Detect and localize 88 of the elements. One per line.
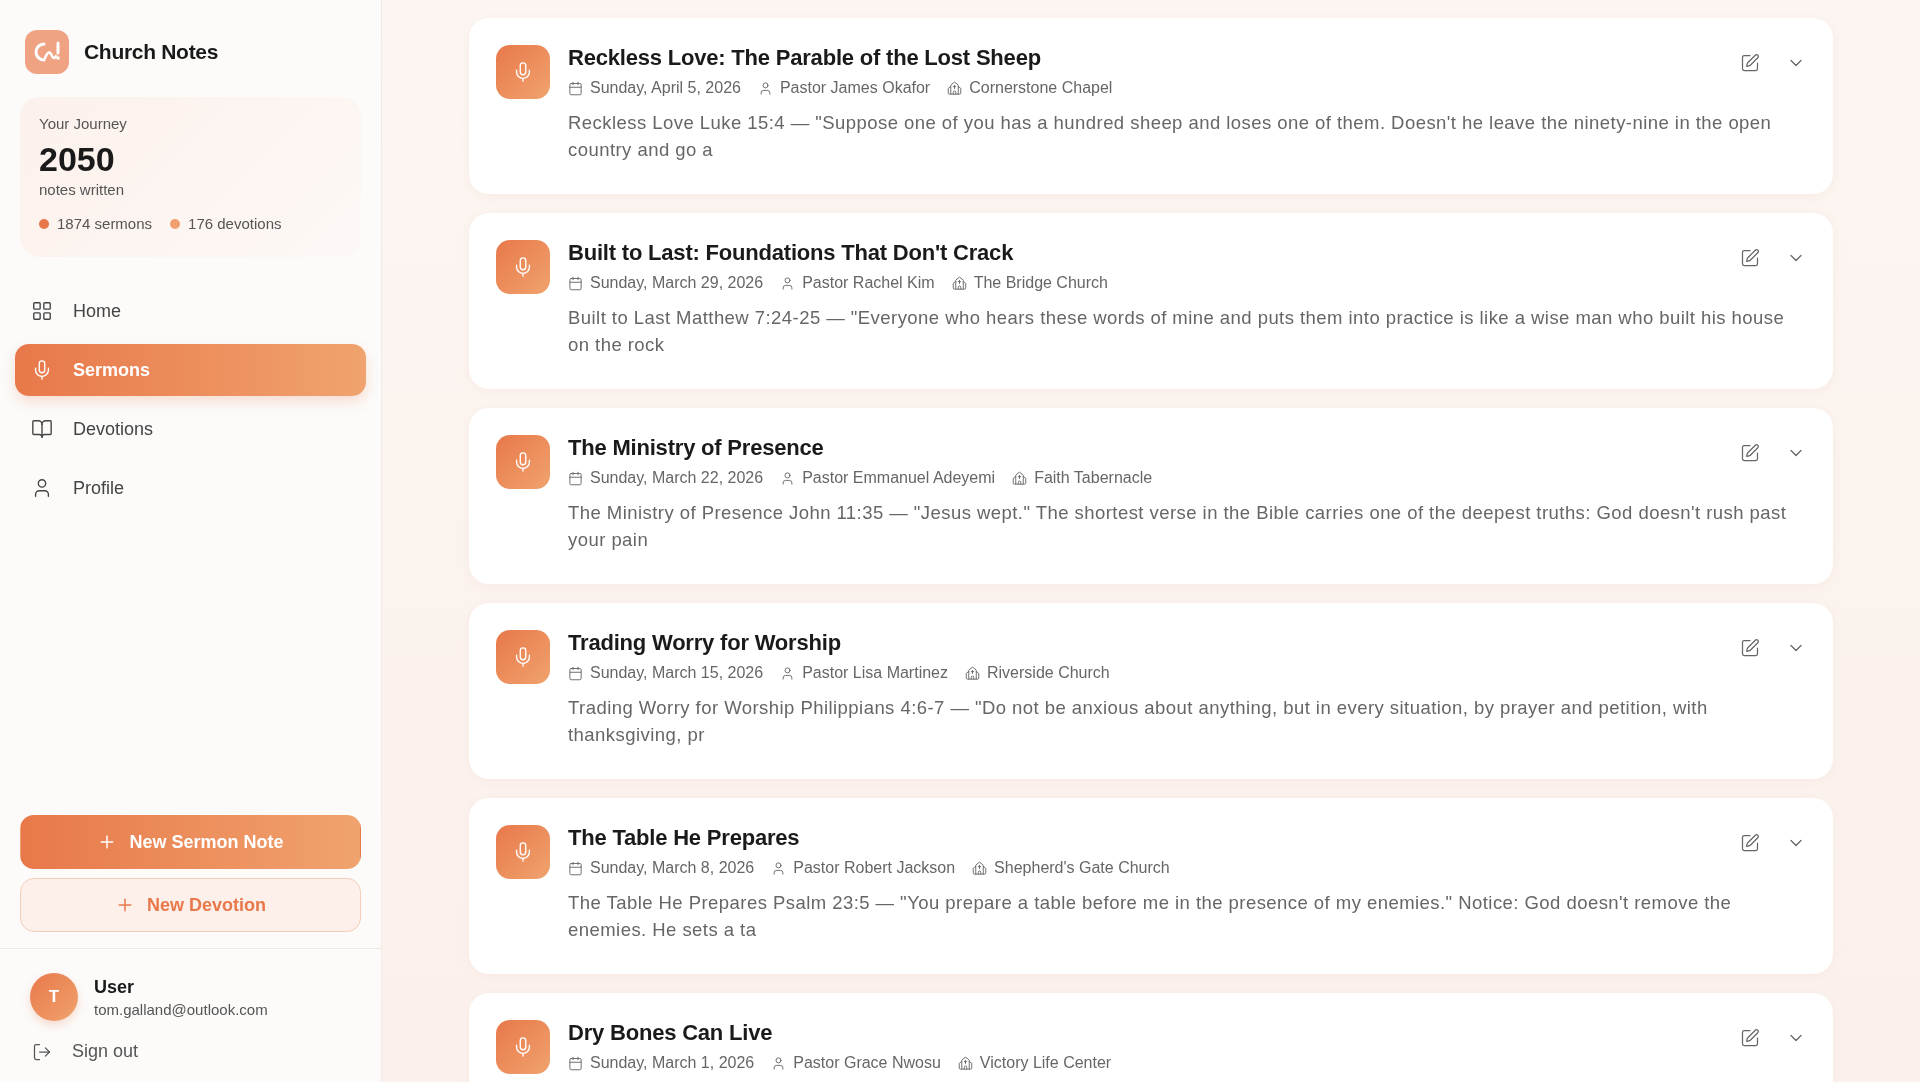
pen-icon [1740, 1028, 1760, 1048]
nav-item[interactable]: Profile [15, 462, 366, 514]
pastor-name: Pastor Emmanuel Adeyemi [780, 469, 996, 487]
calendar-icon [568, 80, 583, 96]
sermon-card[interactable] [469, 798, 1833, 974]
church-name: The Bridge Church [951, 274, 1108, 292]
edit-button[interactable] [1740, 443, 1760, 463]
sermon-excerpt: Reckless Love Luke 15:4 — "Suppose one of you has a hundred sheep and loses one of them. Doesn't he leave the ninety-nine in the open country and go a [568, 111, 1773, 162]
pastor-name: Pastor Rachel Kim [780, 274, 935, 292]
sermon-card[interactable] [469, 18, 1833, 194]
church-icon [1012, 470, 1028, 486]
church-icon [965, 665, 980, 681]
grid-icon [31, 300, 53, 322]
person-icon [780, 665, 796, 681]
person-icon [780, 275, 796, 291]
church-name: Victory Life Center [957, 1054, 1112, 1072]
sermon-date: Sunday, April 5, 2026 [568, 79, 741, 97]
sermon-title: Trading Worry for Worship [568, 630, 842, 656]
calendar-icon [568, 1055, 583, 1071]
church-icon [947, 80, 963, 96]
calendar-icon [568, 275, 583, 291]
sermon-card[interactable] [469, 408, 1833, 584]
edit-button[interactable] [1740, 53, 1760, 73]
pen-icon [1740, 248, 1760, 268]
microphone-icon [496, 825, 550, 879]
sermon-title: The Ministry of Presence [568, 435, 825, 461]
calendar-icon [568, 860, 583, 876]
app-name: Church Notes [84, 40, 219, 64]
calendar-icon [568, 470, 583, 486]
person-icon [771, 860, 787, 876]
sermon-card[interactable]: Dry Bones Can Live Sunday, March 1, 2026 Pastor Grace Nwosu Victory Life Center [469, 993, 1833, 1082]
church-icon [951, 275, 967, 291]
church-icon [957, 1055, 973, 1071]
church-name: Cornerstone Chapel [947, 79, 1113, 97]
church-name: Faith Tabernacle [1012, 469, 1153, 487]
user-name: User [94, 976, 136, 998]
pastor-name: Pastor Lisa Martinez [780, 664, 948, 682]
pen-icon [1740, 833, 1760, 853]
sermon-excerpt: The Table He Prepares Psalm 23:5 — "You prepare a table before me in the presence of my enemies." Notice: God doesn't remove the enemies. He sets a ta [568, 891, 1733, 942]
church-icon [972, 860, 988, 876]
pen-icon [1740, 638, 1760, 658]
sermon-title: Built to Last: Foundations That Don't Crack [568, 240, 1015, 266]
nav-item[interactable]: Home [15, 285, 366, 337]
sermon-card[interactable] [469, 213, 1833, 389]
user-avatar: T [30, 973, 78, 1021]
stat-text: 176 devotions [188, 215, 282, 232]
calendar-icon [568, 665, 583, 681]
person-icon [757, 80, 773, 96]
sermon-date: Sunday, March 15, 2026 [568, 664, 764, 682]
sign-out-link[interactable]: Sign out [30, 1041, 351, 1062]
sermon-title: Reckless Love: The Parable of the Lost Sheep [568, 45, 1042, 71]
pen-icon [1740, 443, 1760, 463]
sermon-excerpt: Trading Worry for Worship Philippians 4:6-7 — "Do not be anxious about anything, but in every situation, by prayer and petition, with thanksgiving, pr [568, 696, 1709, 747]
microphone-icon [496, 45, 550, 99]
church-name: Shepherd's Gate Church [972, 859, 1170, 877]
sermon-title: The Table He Prepares [568, 825, 801, 851]
sermon-excerpt: The Ministry of Presence John 11:35 — "Jesus wept." The shortest verse in the Bible carries one of the deepest truths: God doesn't rush past your pain [568, 501, 1788, 552]
edit-button[interactable] [1740, 1028, 1760, 1048]
microphone-icon [496, 240, 550, 294]
notes-count: 2050 [39, 140, 116, 179]
logo-icon [25, 30, 69, 74]
microphone-icon [496, 630, 550, 684]
edit-button[interactable] [1740, 638, 1760, 658]
edit-button[interactable] [1740, 833, 1760, 853]
sermon-date: Sunday, March 29, 2026 [568, 274, 764, 292]
sermon-date: Sunday, March 1, 2026 [568, 1054, 755, 1072]
pen-icon [1740, 53, 1760, 73]
book-icon [31, 418, 53, 440]
pastor-name: Pastor Robert Jackson [771, 859, 956, 877]
sermon-date: Sunday, March 8, 2026 [568, 859, 755, 877]
church-name: Riverside Church [965, 664, 1110, 682]
stat-text: 1874 sermons [57, 215, 153, 232]
user-email: tom.galland@outlook.com [94, 1000, 268, 1018]
person-icon [780, 470, 796, 486]
sermon-card[interactable] [469, 603, 1833, 779]
pastor-name: Pastor Grace Nwosu [771, 1054, 941, 1072]
sign-out-icon [32, 1041, 52, 1062]
person-icon [771, 1055, 787, 1071]
microphone-icon [496, 435, 550, 489]
nav-item[interactable]: Devotions [15, 403, 366, 455]
sermon-excerpt: Built to Last Matthew 7:24-25 — "Everyone who hears these words of mine and puts them into practice is like a wise man who built his house on the rock [568, 306, 1786, 357]
microphone-icon [496, 1020, 550, 1074]
sermon-date: Sunday, March 22, 2026 [568, 469, 764, 487]
sermon-title: Dry Bones Can Live [568, 1020, 774, 1046]
journey-label: Your Journey [39, 115, 128, 132]
edit-button[interactable] [1740, 248, 1760, 268]
notes-caption: notes written [39, 181, 126, 198]
pastor-name: Pastor James Okafor [757, 79, 931, 97]
